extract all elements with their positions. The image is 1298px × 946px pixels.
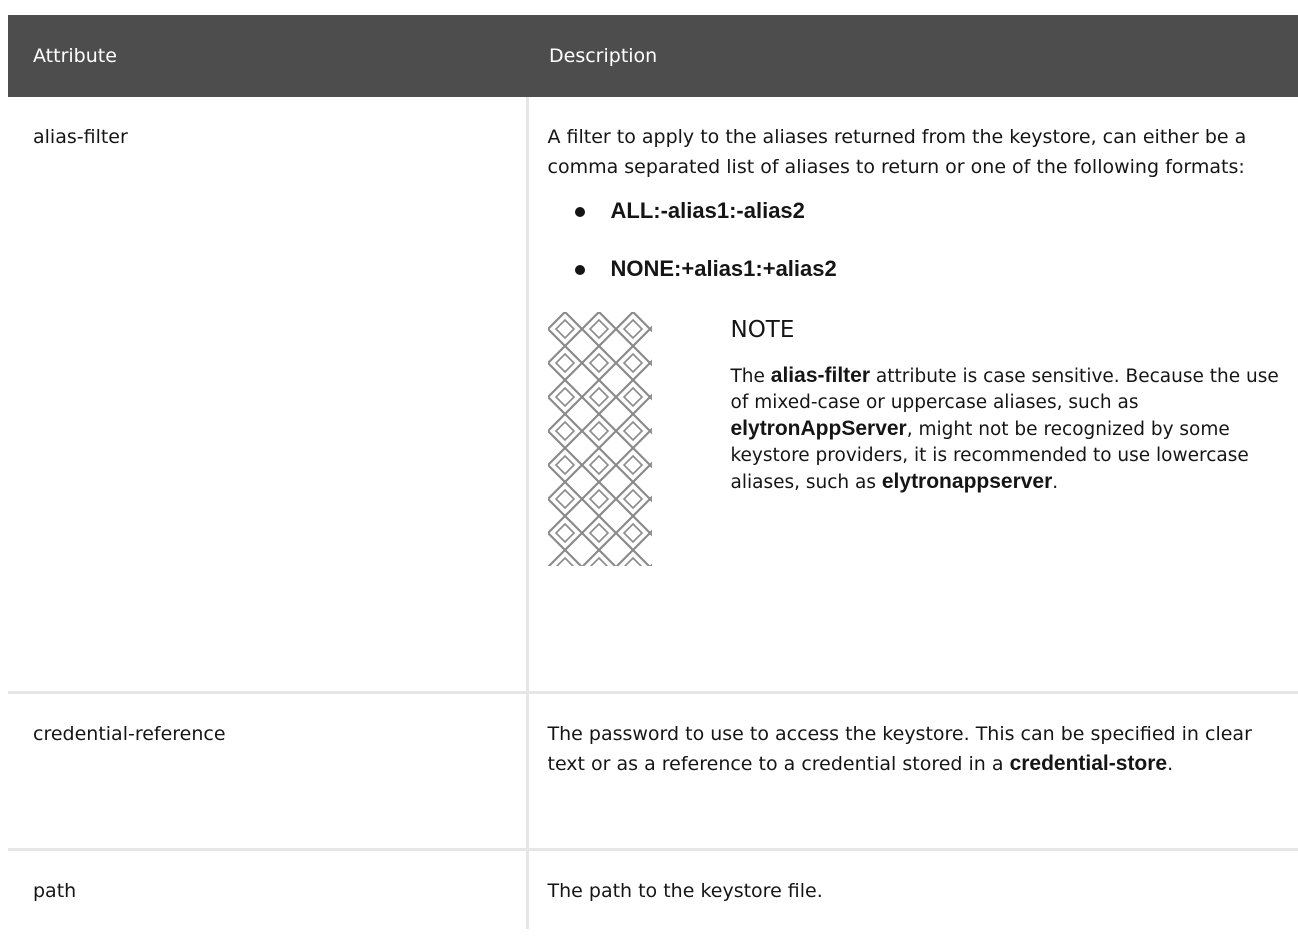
bullet-icon — [574, 265, 585, 275]
attribute-name: path — [8, 849, 529, 929]
attribute-name: alias-filter — [8, 97, 529, 694]
table-row: credential-reference The password to use… — [8, 692, 1298, 851]
note-text: The alias-filter attribute is case sensi… — [731, 363, 1289, 496]
note-title: NOTE — [730, 317, 795, 343]
description-text-end: . — [1167, 752, 1174, 775]
attribute-description: A filter to apply to the aliases returne… — [525, 97, 1298, 694]
list-item-text: NONE:+alias1:+alias2 — [610, 256, 837, 281]
list-item: NONE:+alias1:+alias2 — [574, 254, 1289, 284]
list-item-text: ALL:-alias1:-alias2 — [610, 198, 805, 223]
code-elytron-app-server: elytronAppServer — [730, 417, 907, 440]
description-text: A filter to apply to the aliases returne… — [547, 126, 1247, 178]
attribute-name: credential-reference — [8, 692, 529, 851]
list-item: ALL:-alias1:-alias2 — [574, 196, 1289, 226]
note-text-part: The — [730, 366, 771, 387]
note-text-part: . — [1052, 472, 1059, 493]
bullet-icon — [574, 207, 585, 217]
attributes-table: Attribute Description alias-filter A fil… — [8, 15, 1298, 929]
note-body: NOTE The alias-filter attribute is case … — [731, 312, 1289, 566]
code-alias-filter: alias-filter — [770, 364, 871, 387]
format-list: ALL:-alias1:-alias2 NONE:+alias1:+alias2 — [548, 196, 1289, 284]
header-description: Description — [527, 15, 1298, 97]
note-lattice-icon — [547, 312, 652, 566]
header-attribute: Attribute — [8, 15, 527, 97]
table-row: path The path to the keystore file. — [8, 849, 1298, 929]
note-admonition: NOTE The alias-filter attribute is case … — [547, 312, 1289, 566]
table-header-row: Attribute Description — [8, 15, 1298, 97]
table-row: alias-filter A filter to apply to the al… — [8, 97, 1298, 694]
code-credential-store: credential-store — [1009, 751, 1168, 775]
attribute-description: The path to the keystore file. — [525, 849, 1298, 929]
attribute-description: The password to use to access the keysto… — [525, 692, 1298, 851]
code-elytronappserver: elytronappserver — [881, 470, 1053, 493]
